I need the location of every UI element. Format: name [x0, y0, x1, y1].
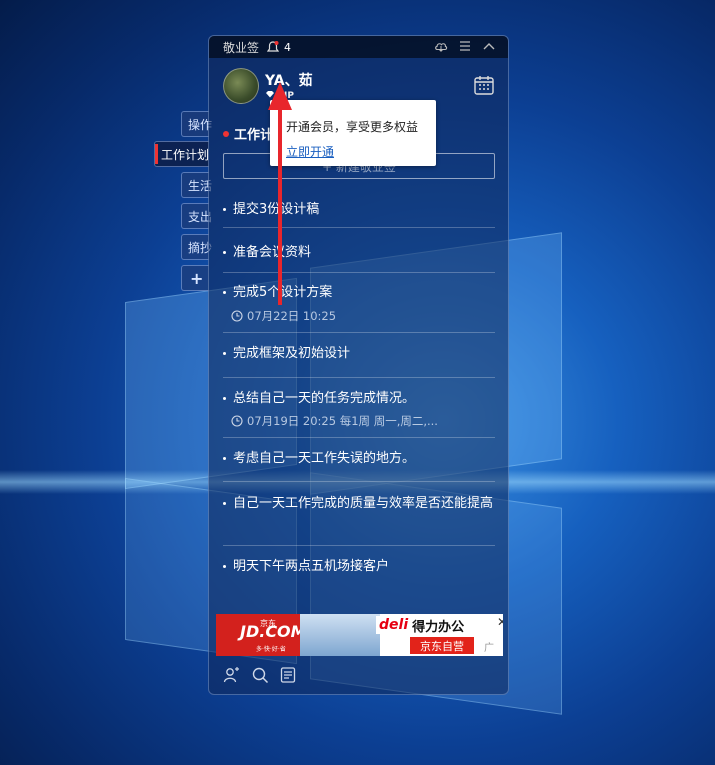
bullet: [223, 457, 226, 460]
bullet: [223, 251, 226, 254]
side-tab-operation[interactable]: 操作: [181, 111, 212, 137]
title-bar[interactable]: 敬业签 4: [209, 36, 508, 58]
avatar[interactable]: [223, 68, 259, 104]
deli-slogan: 得力办公: [412, 619, 465, 635]
list-item[interactable]: 自己一天工作完成的质量与效率是否还能提高: [223, 482, 495, 546]
calendar-icon[interactable]: [473, 74, 495, 96]
collapse-chevron-up-icon[interactable]: [482, 39, 496, 53]
bullet: [223, 291, 226, 294]
deli-brand: deli 得力办公: [376, 616, 495, 635]
item-text: 明天下午两点五机场接客户: [233, 559, 390, 574]
notes-list-icon[interactable]: [279, 666, 297, 684]
deli-logo: deli: [379, 617, 409, 633]
ad-close-icon[interactable]: ✕: [497, 616, 503, 628]
side-tab-excerpt[interactable]: 摘抄: [181, 234, 212, 260]
bullet: [223, 502, 226, 505]
bullet: [223, 352, 226, 355]
list-item[interactable]: 完成框架及初始设计: [223, 333, 495, 378]
side-tab-life[interactable]: 生活: [181, 172, 212, 198]
list-item[interactable]: 考虑自己一天工作失误的地方。: [223, 438, 495, 482]
clock-icon: [231, 310, 243, 322]
item-text: 总结自己一天的任务完成情况。: [233, 391, 416, 406]
item-reminder: 07月22日 10:25: [231, 308, 336, 324]
side-tab-expense[interactable]: 支出: [181, 203, 212, 229]
red-arrow-annotation: [263, 80, 303, 309]
item-meta-text: 07月19日 20:25 每1周 周一,周二,...: [247, 414, 438, 428]
ad-product-image: [300, 614, 380, 656]
app-title: 敬业签: [223, 40, 260, 55]
add-tab-button[interactable]: +: [181, 265, 209, 291]
jd-ad-block: 京东 JD.COM 多·快·好·省: [216, 614, 307, 656]
ad-banner[interactable]: 京东 JD.COM 多·快·好·省 deli 得力办公 京东自营 广告 ✕: [216, 614, 503, 656]
section-dot: [223, 130, 229, 137]
list-item[interactable]: 总结自己一天的任务完成情况。 07月19日 20:25 每1周 周一,周二,..…: [223, 378, 495, 438]
clock-icon: [231, 415, 243, 427]
ad-label: 广告: [484, 643, 494, 654]
share-user-icon[interactable]: [223, 666, 241, 684]
cloud-sync-icon[interactable]: [434, 39, 448, 53]
bullet: [223, 397, 226, 400]
notification-bell-icon[interactable]: [267, 40, 280, 54]
item-text: 完成框架及初始设计: [233, 346, 351, 361]
bullet: [223, 208, 226, 211]
item-text: 考虑自己一天工作失误的地方。: [233, 451, 416, 466]
bullet: [223, 565, 226, 568]
item-meta-text: 07月22日 10:25: [247, 309, 337, 323]
jd-logo: JD.COM: [240, 622, 307, 641]
side-tab-label: 工作计划: [161, 147, 210, 162]
item-text: 自己一天工作完成的质量与效率是否还能提高: [233, 496, 494, 511]
jd-tagline: 多·快·好·省: [256, 646, 286, 653]
jd-self-badge: 京东自营: [410, 637, 474, 654]
side-tab-work-plan[interactable]: 工作计划: [154, 141, 209, 167]
item-reminder: 07月19日 20:25 每1周 周一,周二,...: [231, 413, 438, 429]
tooltip-text: 开通会员，享受更多权益: [286, 120, 419, 134]
bottom-toolbar: [223, 666, 297, 684]
menu-icon[interactable]: [458, 39, 472, 53]
add-tab-label: +: [190, 268, 204, 288]
list-item[interactable]: 明天下午两点五机场接客户: [223, 546, 495, 590]
search-icon[interactable]: [251, 666, 269, 684]
notification-count: 4: [284, 40, 292, 54]
